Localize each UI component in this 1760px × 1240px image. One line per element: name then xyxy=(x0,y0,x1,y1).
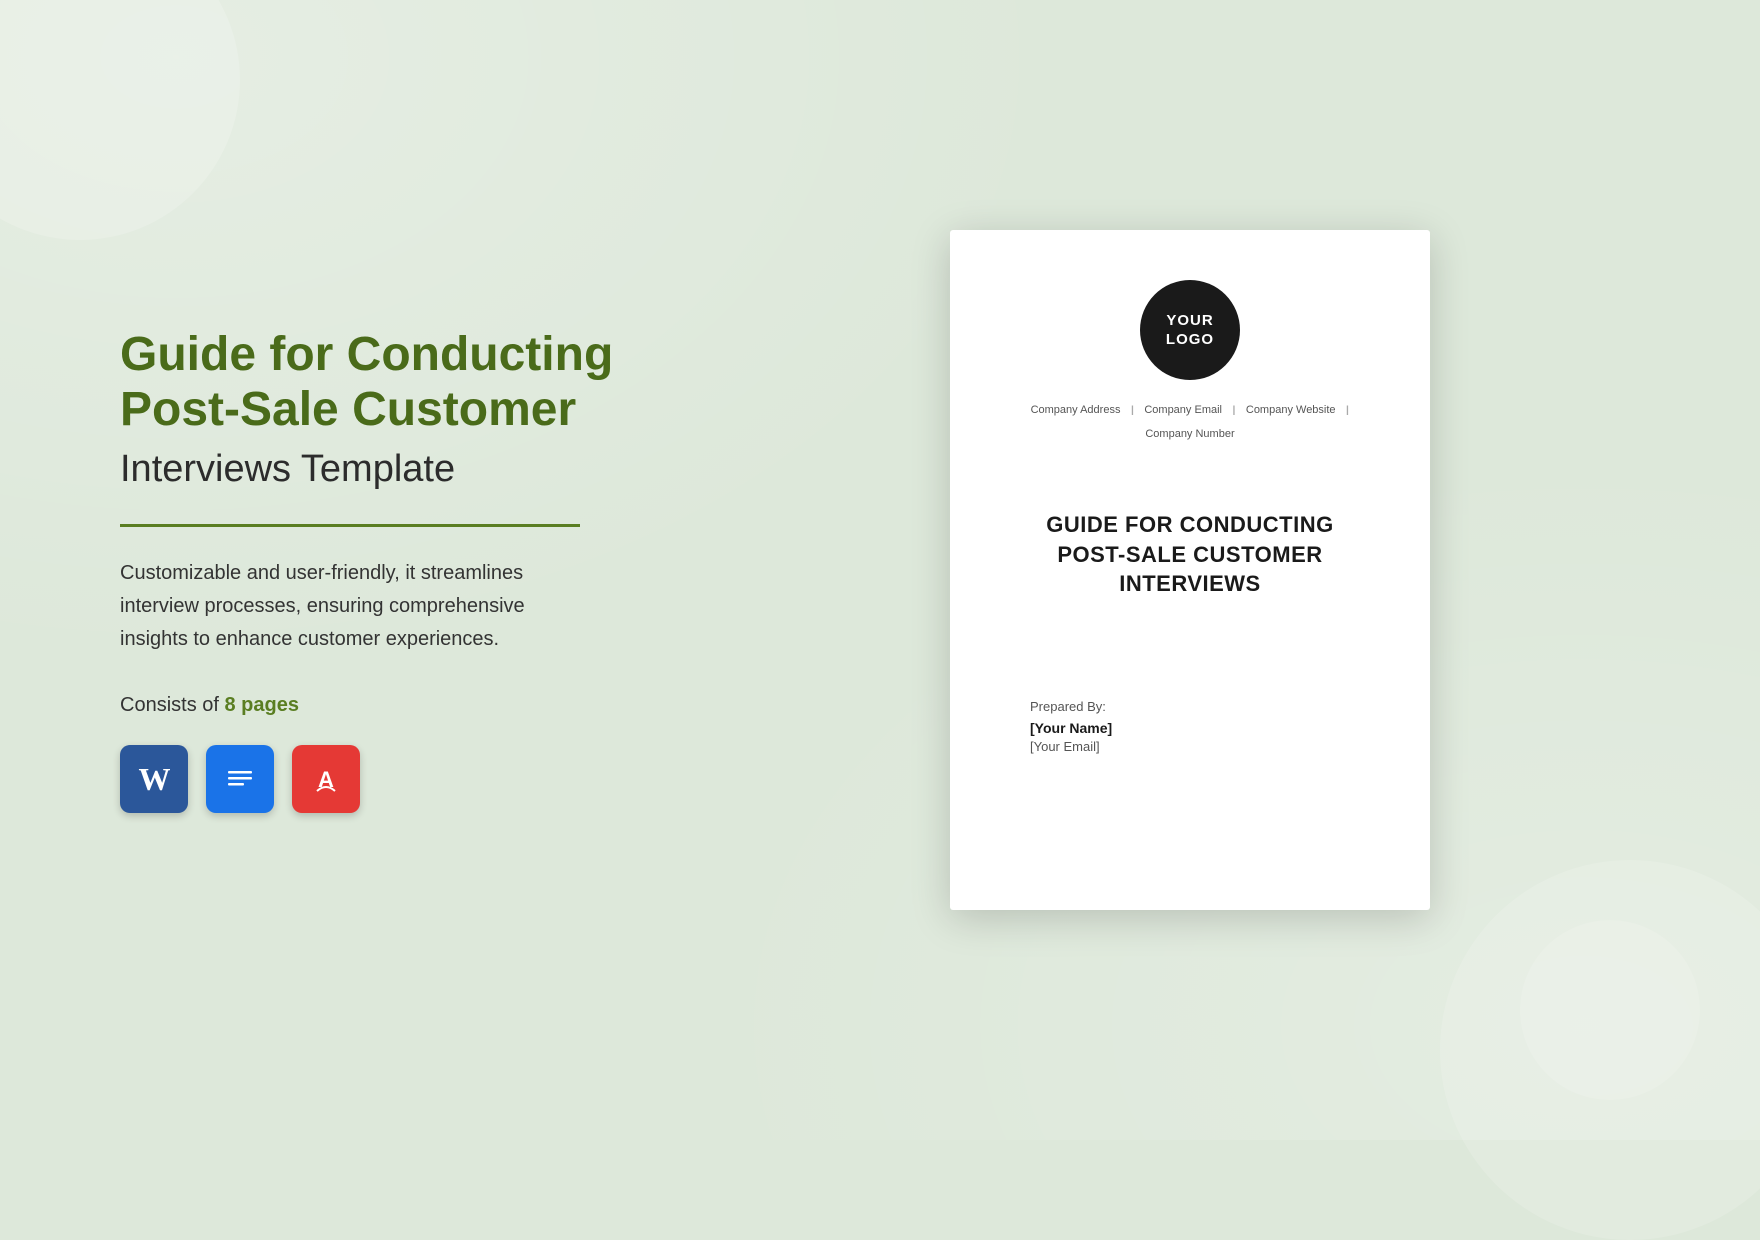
separator-2: I xyxy=(1232,402,1236,418)
main-layout: Guide for Conducting Post-Sale Customer … xyxy=(0,0,1760,1140)
pdf-icon[interactable]: A xyxy=(292,745,360,813)
document-preview: YOUR LOGO Company Address I Company Emai… xyxy=(950,230,1430,910)
prepared-email: [Your Email] xyxy=(1030,739,1380,754)
file-icons-row: W A xyxy=(120,745,640,813)
word-icon[interactable]: W xyxy=(120,745,188,813)
company-email: Company Email xyxy=(1144,404,1222,416)
logo-line1: YOUR xyxy=(1166,312,1213,329)
word-icon-letter: W xyxy=(139,761,170,798)
docs-icon[interactable] xyxy=(206,745,274,813)
title-divider xyxy=(120,524,580,527)
doc-company-info: Company Address I Company Email I Compan… xyxy=(1000,402,1380,440)
doc-main-title: GUIDE FOR CONDUCTINGPOST-SALE CUSTOMERIN… xyxy=(1046,510,1333,599)
pages-count: 8 pages xyxy=(224,694,298,716)
pages-prefix: Consists of xyxy=(120,694,224,716)
separator-3: I xyxy=(1346,402,1350,418)
right-panel: YOUR LOGO Company Address I Company Emai… xyxy=(720,230,1660,910)
company-number: Company Number xyxy=(1145,428,1234,440)
title-subtitle: Interviews Template xyxy=(120,445,640,494)
prepared-label: Prepared By: xyxy=(1030,699,1380,714)
pdf-icon-svg: A xyxy=(307,757,345,801)
description-text: Customizable and user-friendly, it strea… xyxy=(120,557,580,656)
company-address: Company Address xyxy=(1031,404,1121,416)
company-website: Company Website xyxy=(1246,404,1336,416)
title-bold-line1: Guide for Conducting xyxy=(120,328,613,381)
title-line1: Guide for Conducting Post-Sale Customer xyxy=(120,327,640,437)
pages-info: Consists of 8 pages xyxy=(120,694,640,717)
left-panel: Guide for Conducting Post-Sale Customer … xyxy=(120,327,640,814)
docs-icon-svg xyxy=(222,757,258,801)
doc-logo-text: YOUR LOGO xyxy=(1166,311,1214,350)
prepared-name: [Your Name] xyxy=(1030,720,1380,736)
doc-logo: YOUR LOGO xyxy=(1140,280,1240,380)
title-bold-line2: Post-Sale Customer xyxy=(120,383,576,436)
doc-prepared-section: Prepared By: [Your Name] [Your Email] xyxy=(1000,699,1380,754)
logo-line2: LOGO xyxy=(1166,331,1214,348)
separator-1: I xyxy=(1130,402,1134,418)
